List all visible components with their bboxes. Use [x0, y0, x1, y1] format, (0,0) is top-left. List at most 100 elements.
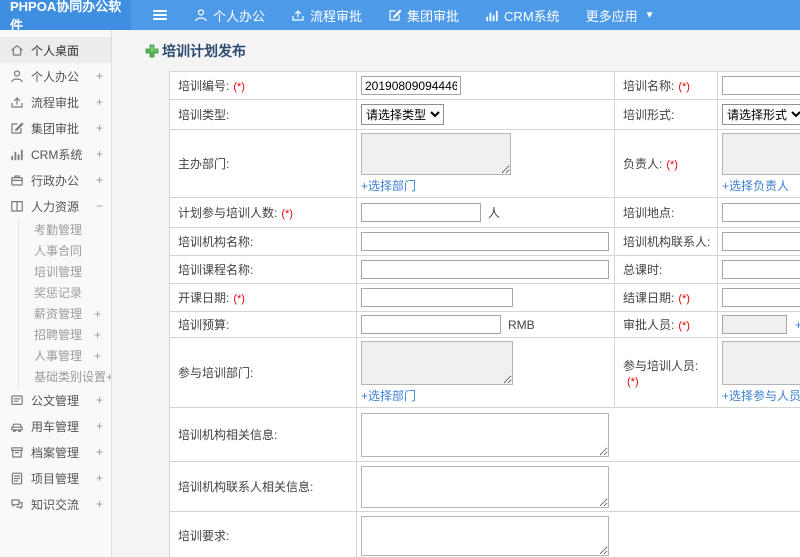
- host-department-textarea[interactable]: [361, 133, 511, 175]
- sidebar-item-基础类别设置[interactable]: 基础类别设置+: [18, 366, 111, 387]
- form-row: 开课日期: (*) 结课日期: (*): [169, 283, 800, 312]
- budget-field-cell: RMB: [356, 311, 615, 338]
- user-icon: [194, 8, 208, 22]
- training-location-input[interactable]: [722, 203, 800, 222]
- hamburger-menu-icon[interactable]: [131, 0, 181, 30]
- nav-item-label: 更多应用: [585, 8, 638, 24]
- expand-plus-icon: +: [95, 121, 103, 135]
- sidebar-item-label: 流程审批: [31, 95, 80, 110]
- course-name-input[interactable]: [361, 260, 609, 279]
- start-date-input[interactable]: [361, 288, 513, 307]
- approver-picker-link[interactable]: +选择审批人员: [795, 318, 800, 332]
- sidebar-item-奖惩记录[interactable]: 奖惩记录: [18, 282, 111, 303]
- sidebar-item-CRM系统[interactable]: CRM系统 +: [0, 141, 111, 167]
- participating-departments-textarea[interactable]: [361, 341, 513, 385]
- sidebar-item-考勤管理[interactable]: 考勤管理: [18, 219, 111, 240]
- participants-field-cell: +选择参与人员: [717, 337, 800, 408]
- training-location-label: 培训地点:: [614, 197, 718, 228]
- expand-plus-icon: +: [95, 419, 103, 433]
- form-row: 培训要求:: [169, 511, 800, 557]
- sidebar-item-label: 知识交流: [31, 497, 80, 512]
- budget-unit-label: RMB: [508, 317, 535, 332]
- approver-input[interactable]: [722, 315, 787, 334]
- end-date-input[interactable]: [722, 288, 800, 307]
- expand-plus-icon: +: [93, 306, 101, 321]
- nav-item-label: 集团审批: [407, 8, 460, 24]
- sidebar-item-公文管理[interactable]: 公文管理 +: [0, 387, 111, 413]
- sidebar-item-薪资管理[interactable]: 薪资管理 +: [18, 303, 111, 324]
- training-number-input[interactable]: [361, 76, 461, 95]
- training-name-field-cell: [717, 71, 800, 100]
- nav-item-集团审批[interactable]: 集团审批: [375, 0, 472, 30]
- sidebar-item-招聘管理[interactable]: 招聘管理 +: [18, 324, 111, 345]
- sidebar-item-知识交流[interactable]: 知识交流 +: [0, 491, 111, 517]
- expand-plus-icon: +: [95, 471, 103, 485]
- sidebar-item-档案管理[interactable]: 档案管理 +: [0, 439, 111, 465]
- sidebar-item-人事合同[interactable]: 人事合同: [18, 240, 111, 261]
- sidebar-item-行政办公[interactable]: 行政办公 +: [0, 167, 111, 193]
- training-requirements-textarea[interactable]: [361, 515, 609, 556]
- training-form-field-cell: 请选择形式: [717, 99, 800, 130]
- participants-picker-link[interactable]: +选择参与人员: [722, 387, 800, 404]
- sidebar-item-项目管理[interactable]: 项目管理 +: [0, 465, 111, 491]
- page-title-row: 培训计划发布: [112, 30, 800, 71]
- flow-icon: [291, 8, 305, 22]
- org-contact-input[interactable]: [722, 232, 800, 251]
- top-header: PHPOA协同办公软件 个人办公 流程审批 集团审批 CRM系统 更多应用 ▼: [0, 0, 800, 33]
- car-icon: [10, 419, 24, 433]
- sidebar-item-label: 个人桌面: [31, 43, 80, 58]
- training-type-select[interactable]: 请选择类型: [361, 104, 444, 125]
- sidebar-item-人力资源[interactable]: 人力资源 −: [0, 193, 111, 219]
- total-hours-input[interactable]: [722, 260, 800, 279]
- nav-item-CRM系统[interactable]: CRM系统: [472, 0, 573, 30]
- chart-icon: [10, 147, 24, 161]
- leader-picker-link[interactable]: +选择负责人: [722, 177, 789, 194]
- form-row: 培训预算: RMB 审批人员:(*) +选择审批人员: [169, 311, 800, 338]
- nav-item-流程审批[interactable]: 流程审批: [278, 0, 375, 30]
- training-number-field-cell: [356, 71, 615, 100]
- training-requirements-field-cell: [356, 511, 800, 557]
- form-row: 培训编号:(*) 培训名称:(*): [169, 71, 800, 100]
- participants-textarea[interactable]: [722, 341, 800, 385]
- planned-participants-unit-label: 人: [488, 206, 501, 220]
- nav-item-个人办公[interactable]: 个人办公: [181, 0, 278, 30]
- archive-icon: [10, 445, 24, 459]
- sidebar-item-label: 个人办公: [31, 69, 80, 84]
- planned-participants-field-cell: 人: [356, 197, 615, 228]
- leader-textarea[interactable]: [722, 133, 800, 175]
- budget-input[interactable]: [361, 315, 501, 334]
- required-mark: (*): [281, 208, 293, 220]
- sidebar-item-用车管理[interactable]: 用车管理 +: [0, 413, 111, 439]
- sidebar-item-集团审批[interactable]: 集团审批 +: [0, 115, 111, 141]
- org-contact-label: 培训机构联系人:: [614, 227, 718, 256]
- collapse-minus-icon: −: [95, 199, 103, 213]
- user-icon: [10, 69, 24, 83]
- expand-plus-icon: +: [95, 445, 103, 459]
- org-contact-info-textarea[interactable]: [361, 465, 609, 508]
- form-row: 培训机构相关信息:: [169, 407, 800, 462]
- planned-participants-input[interactable]: [361, 203, 481, 222]
- expand-plus-icon: +: [95, 393, 103, 407]
- training-form-select[interactable]: 请选择形式: [722, 104, 800, 125]
- required-mark: (*): [678, 81, 690, 93]
- sidebar-item-个人桌面[interactable]: 个人桌面: [0, 37, 111, 63]
- sidebar-item-流程审批[interactable]: 流程审批 +: [0, 89, 111, 115]
- host-department-picker-link[interactable]: +选择部门: [361, 177, 416, 194]
- expand-plus-icon: +: [95, 497, 103, 511]
- sidebar-item-label: 集团审批: [31, 121, 80, 136]
- host-department-label: 主办部门:: [169, 129, 357, 198]
- org-contact-field-cell: [717, 227, 800, 256]
- nav-item-更多应用[interactable]: 更多应用 ▼: [573, 0, 668, 30]
- training-name-input[interactable]: [722, 76, 800, 95]
- participating-departments-picker-link[interactable]: +选择部门: [361, 387, 416, 404]
- top-navigation: 个人办公 流程审批 集团审批 CRM系统 更多应用 ▼: [181, 0, 668, 30]
- main-content: 培训计划发布 培训编号:(*) 培训名称:(*) 培训类型:请选择类型 培训形式:请选…: [112, 30, 800, 557]
- form-row: 培训机构联系人相关信息:: [169, 461, 800, 512]
- sidebar-item-个人办公[interactable]: 个人办公 +: [0, 63, 111, 89]
- sidebar-item-label: 行政办公: [31, 173, 80, 188]
- planned-participants-label: 计划参与培训人数: (*): [169, 197, 357, 228]
- org-name-input[interactable]: [361, 232, 609, 251]
- org-info-textarea[interactable]: [361, 412, 609, 457]
- sidebar-item-培训管理[interactable]: 培训管理: [18, 261, 111, 282]
- sidebar-item-人事管理[interactable]: 人事管理 +: [18, 345, 111, 366]
